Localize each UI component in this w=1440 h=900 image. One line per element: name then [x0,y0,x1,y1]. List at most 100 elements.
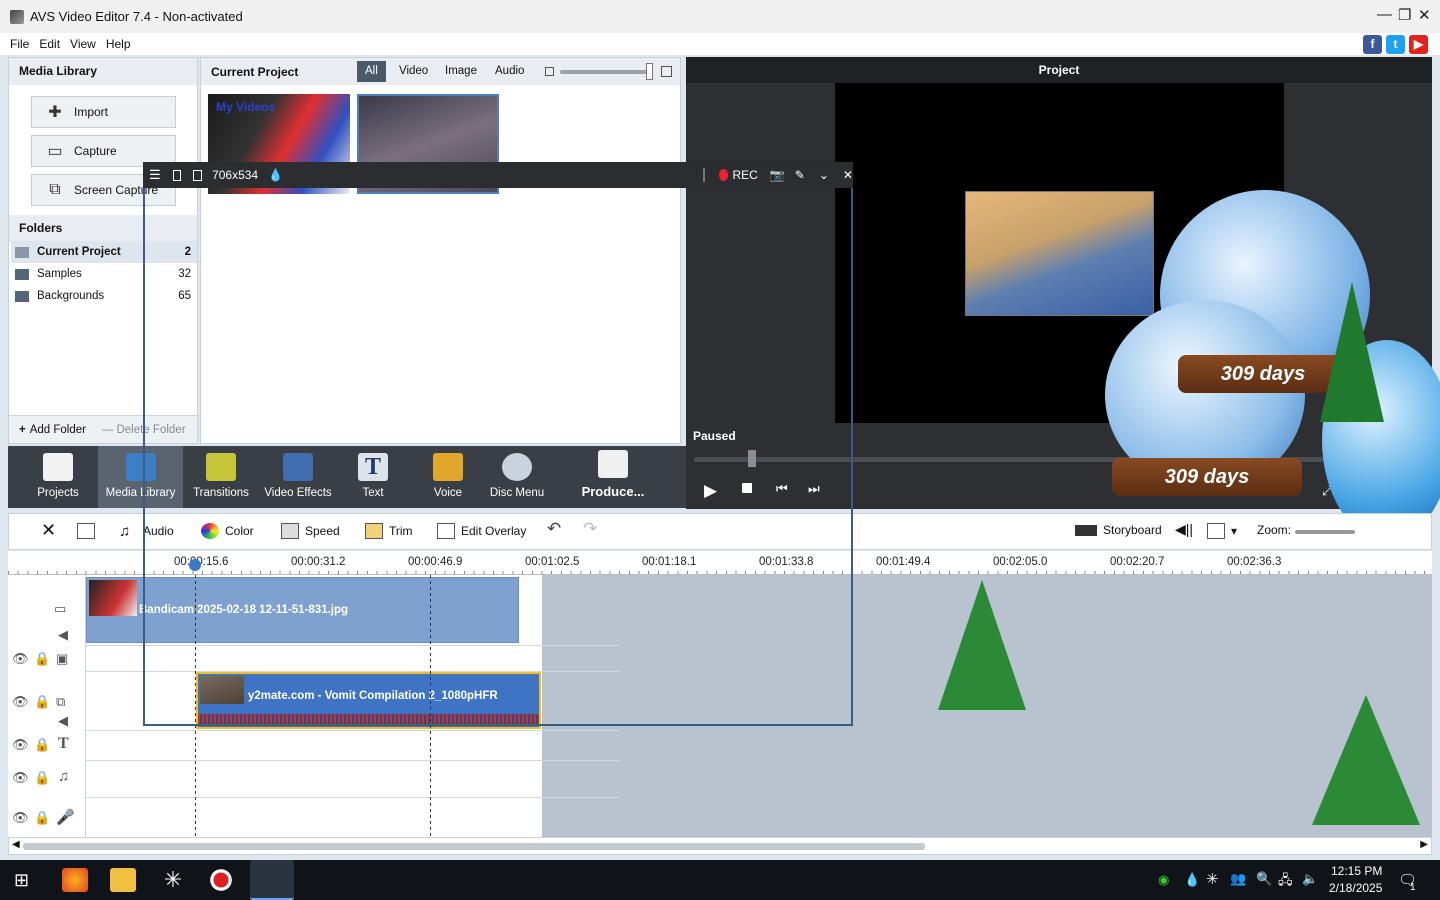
menu-edit[interactable]: Edit [39,37,60,51]
tab-image[interactable]: Image [437,61,485,82]
import-label: Import [74,105,109,119]
scroll-left-icon[interactable]: ◀ [12,839,20,850]
scroll-right-icon[interactable]: ▶ [1420,839,1428,850]
hamburger-icon[interactable]: ☰ [149,167,161,183]
scrollbar-thumb[interactable] [23,843,925,850]
avs-editor-taskbar-icon[interactable] [250,860,294,900]
christmas-tree-icon [938,580,1026,710]
menu-bar: File Edit View Help f t ▶ [0,33,1440,55]
eye-icon[interactable]: 👁 [12,810,29,826]
ruler-tick: 00:02:05.0 [993,556,1048,568]
storyboard-split-icon[interactable] [77,523,101,539]
menu-view[interactable]: View [70,37,96,51]
tab-audio[interactable]: Audio [487,61,532,82]
preview-title: Project [686,57,1432,83]
storyboard-label: Storyboard [1103,523,1162,537]
camera-icon[interactable]: 📷 [770,168,785,182]
timeline-scrollbar[interactable]: ◀ ▶ [8,837,1432,855]
clip-thumbnail [89,580,137,616]
windows-start-icon[interactable]: ⊞ [14,870,29,891]
thumb-label: My Videos [216,100,276,114]
video-track-icon: ▭ [54,601,67,616]
eye-icon[interactable]: 👁 [12,694,29,710]
menu-file[interactable]: File [10,37,29,51]
tray-droplet-icon[interactable]: 💧 [1184,872,1200,888]
camera-icon: ▭ [47,143,63,160]
recorder-toolbar: ☰ 706x534 💧 REC 📷 ✎ ⌄ ✕ [143,162,853,188]
droplet-icon[interactable]: 💧 [268,168,283,182]
tray-snip-icon[interactable]: ✳ [1206,870,1219,888]
display-mode-icon[interactable]: ▾ [1207,523,1237,539]
music-note-icon: ♫ [119,523,131,540]
effects-track-icon: ▣ [56,651,69,666]
slider-handle[interactable] [646,63,653,80]
eye-icon[interactable]: 👁 [12,651,29,667]
volume-icon[interactable]: 🔈 [1302,871,1318,887]
storyboard-button[interactable]: Storyboard [1075,523,1162,537]
rec-button[interactable]: REC [733,168,758,182]
preview-video-frame [965,191,1154,316]
monitor-icon: ⧉ [49,181,61,198]
clock-time[interactable]: 12:15 PM [1331,864,1382,878]
tray-search-icon[interactable]: 🔍 [1256,871,1272,887]
taskbar: ⊞ ✳ ◉ 💧 ✳ 👥 🔍 🖧 🔈 12:15 PM 2/18/2025 🗨 1 [0,860,1440,900]
import-button[interactable]: ✚ Import [31,96,176,128]
add-folder-button[interactable]: Add Folder [30,424,86,436]
overlay-track-icon: ⧉ [56,694,66,709]
delete-icon[interactable]: ✕ [41,520,56,541]
collapse-icon[interactable]: ⌄ [819,168,829,182]
notification-count: 1 [1410,882,1416,893]
lock-icon[interactable]: 🔒 [34,737,50,753]
audio-mixer-icon[interactable]: ◀|| [1175,521,1193,538]
christmas-tree-icon [1312,695,1420,825]
thumb-size-slider[interactable] [560,70,652,74]
ruler-tick: 00:01:49.4 [876,556,931,568]
close-icon[interactable]: ✕ [843,168,853,182]
tab-all[interactable]: All [357,61,386,82]
tab-video[interactable]: Video [391,61,436,82]
divider [703,168,705,182]
lock-icon[interactable]: 🔒 [34,770,50,786]
lock-icon[interactable]: 🔒 [34,694,50,710]
close-icon[interactable]: ✕ [1418,6,1431,24]
folder-name: Current Project [37,246,121,258]
projects-button[interactable]: Projects [30,446,86,508]
tray-people-icon[interactable]: 👥 [1230,871,1246,887]
firefox-icon[interactable] [62,868,88,892]
music-track-icon: ♫ [58,768,70,785]
bandicam-icon[interactable] [208,868,234,892]
title-bar: AVS Video Editor 7.4 - Non-activated — ❐… [0,0,1440,33]
network-icon[interactable]: 🖧 [1278,871,1293,893]
christmas-tree-icon [1320,282,1384,422]
small-thumb-icon[interactable] [545,67,554,76]
pencil-icon[interactable]: ✎ [795,168,805,182]
menu-help[interactable]: Help [106,37,131,51]
lock-icon[interactable]: 🔒 [34,810,50,826]
lock-icon[interactable]: 🔒 [34,651,50,667]
folder-icon [15,268,29,280]
tray-status-icon[interactable]: ◉ [1158,872,1169,888]
days-counter-badge: 309 days [1112,458,1302,496]
snip-icon[interactable]: ✳ [160,868,186,892]
ruler-tick: 00:02:20.7 [1110,556,1165,568]
large-thumb-icon[interactable] [661,66,672,77]
mute-icon[interactable]: ◀ [58,713,68,729]
region-search-icon[interactable] [193,169,203,181]
folder-icon [15,290,29,302]
current-project-title: Current Project [211,65,299,79]
window-title: AVS Video Editor 7.4 - Non-activated [30,9,243,24]
zoom-slider[interactable] [1295,530,1355,534]
eye-icon[interactable]: 👁 [12,770,29,786]
clock-date[interactable]: 2/18/2025 [1329,881,1382,895]
facebook-icon[interactable]: f [1363,35,1382,54]
file-explorer-icon[interactable] [110,868,136,892]
mute-icon[interactable]: ◀ [58,627,68,643]
folder-name: Backgrounds [37,290,105,302]
restore-icon[interactable]: ❐ [1398,6,1411,24]
twitter-icon[interactable]: t [1386,35,1405,54]
minimize-icon[interactable]: — [1377,6,1392,23]
media-library-title: Media Library [9,58,197,85]
youtube-icon[interactable]: ▶ [1409,35,1428,54]
fullscreen-region-icon[interactable] [172,169,182,181]
eye-icon[interactable]: 👁 [12,737,29,753]
